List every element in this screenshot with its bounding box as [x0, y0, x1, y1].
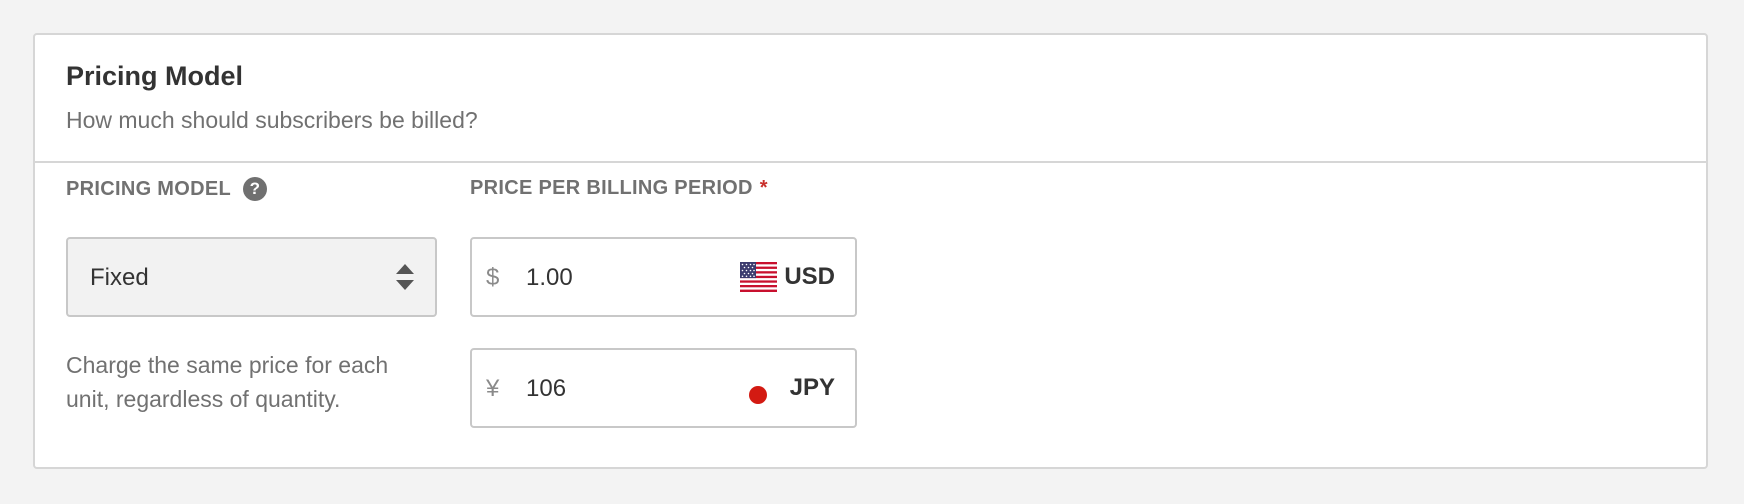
- pricing-model-select[interactable]: Fixed: [66, 237, 437, 317]
- card-subtitle: How much should subscribers be billed?: [66, 107, 478, 133]
- usd-currency-code: USD: [784, 263, 835, 290]
- dollar-symbol: $: [486, 264, 500, 291]
- pricing-model-selected-value: Fixed: [90, 264, 149, 291]
- pricing-model-description: Charge the same price for each unit, reg…: [66, 352, 389, 412]
- jpy-price-input[interactable]: ¥ 106 JPY: [470, 348, 857, 428]
- pricing-model-label: PRICING MODEL ?: [66, 177, 268, 201]
- price-label-text: PRICE PER BILLING PERIOD: [470, 177, 753, 199]
- us-flag-icon: [740, 262, 777, 292]
- jpy-currency-code: JPY: [789, 374, 835, 401]
- jp-flag-icon: [749, 386, 767, 404]
- jpy-amount-value[interactable]: 106: [526, 375, 566, 403]
- required-asterisk: *: [759, 177, 768, 199]
- select-arrows-icon: [396, 264, 414, 290]
- card-header: Pricing Model How much should subscriber…: [35, 35, 1706, 163]
- card-title: Pricing Model: [66, 61, 244, 91]
- usd-amount-value[interactable]: 1.00: [526, 264, 573, 292]
- usd-price-input[interactable]: $ 1.00 USD: [470, 237, 857, 317]
- yen-symbol: ¥: [486, 375, 500, 402]
- question-circle-icon[interactable]: ?: [243, 177, 268, 201]
- price-per-billing-period-label: PRICE PER BILLING PERIOD *: [470, 177, 768, 200]
- pricing-model-card: Pricing Model How much should subscriber…: [33, 33, 1708, 469]
- pricing-model-label-text: PRICING MODEL: [66, 177, 232, 200]
